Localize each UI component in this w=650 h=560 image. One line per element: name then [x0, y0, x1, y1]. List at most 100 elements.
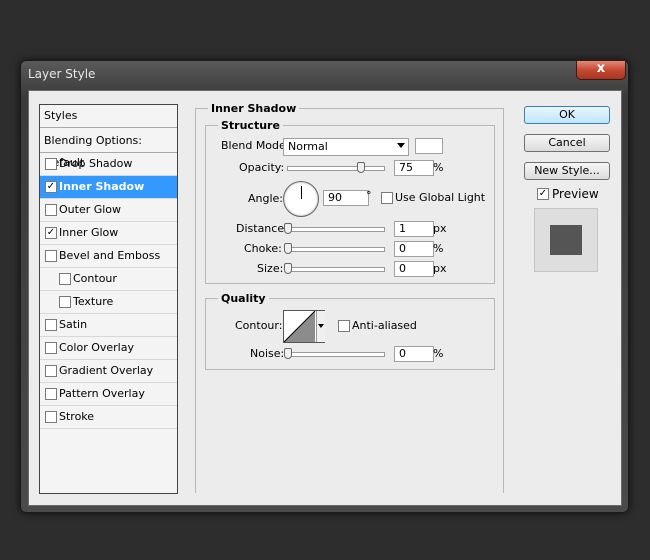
style-item-color-overlay[interactable]: Color Overlay [40, 337, 177, 360]
style-item-label: Gradient Overlay [59, 364, 154, 377]
title-bar[interactable]: Layer Style x [21, 60, 628, 89]
style-item-label: Contour [73, 272, 117, 285]
opacity-slider-thumb[interactable] [357, 162, 365, 173]
texture-checkbox[interactable] [59, 296, 71, 308]
anti-aliased-checkbox[interactable] [338, 320, 350, 332]
style-item-label: Stroke [59, 410, 95, 423]
choke-label: Choke: [244, 242, 282, 255]
contour-checkbox[interactable] [59, 273, 71, 285]
distance-label: Distance: [236, 222, 288, 235]
distance-slider[interactable] [287, 227, 385, 232]
noise-field[interactable]: 0 [394, 346, 434, 362]
preview-label: Preview [552, 187, 599, 201]
noise-slider-thumb[interactable] [284, 348, 292, 359]
style-item-label: Satin [59, 318, 88, 331]
color-overlay-checkbox[interactable] [45, 342, 57, 354]
structure-group: Structure Blend Mode: Normal Opacity: 75… [205, 119, 495, 284]
size-field[interactable]: 0 [394, 261, 434, 277]
shadow-color-swatch[interactable] [415, 138, 443, 154]
size-slider[interactable] [287, 267, 385, 272]
opacity-slider[interactable] [287, 166, 385, 171]
chevron-down-icon [318, 324, 324, 328]
styles-header[interactable]: Styles [40, 105, 177, 128]
size-unit: px [433, 262, 447, 275]
style-item-label: Outer Glow [59, 203, 122, 216]
styles-list: Styles Blending Options: Default Drop Sh… [39, 104, 178, 494]
choke-slider-thumb[interactable] [284, 243, 292, 254]
contour-dropdown[interactable] [316, 311, 325, 342]
inner-glow-checkbox[interactable]: ✓ [45, 227, 57, 239]
blend-mode-value: Normal [288, 140, 328, 153]
style-item-label: Color Overlay [59, 341, 134, 354]
style-item-label: Bevel and Emboss [59, 249, 161, 262]
choke-field[interactable]: 0 [394, 241, 434, 257]
quality-group: Quality Contour: Anti-aliased Noise: 0 % [205, 292, 495, 370]
blend-mode-select[interactable]: Normal [283, 138, 409, 156]
style-item-inner-glow[interactable]: ✓ Inner Glow [40, 222, 177, 245]
opacity-unit: % [433, 161, 444, 174]
use-global-light-label: Use Global Light [395, 191, 486, 204]
inner-shadow-panel: Inner Shadow Structure Blend Mode: Norma… [195, 102, 504, 493]
size-label: Size: [257, 262, 284, 275]
style-preview [534, 208, 598, 272]
cancel-button[interactable]: Cancel [524, 134, 610, 152]
satin-checkbox[interactable] [45, 319, 57, 331]
layer-style-dialog: Layer Style x Styles Blending Options: D… [20, 60, 629, 513]
angle-needle [301, 186, 302, 199]
style-item-label: Drop Shadow [59, 157, 133, 170]
bevel-emboss-checkbox[interactable] [45, 250, 57, 262]
style-item-texture[interactable]: Texture [40, 291, 177, 314]
style-item-pattern-overlay[interactable]: Pattern Overlay [40, 383, 177, 406]
contour-label: Contour: [235, 319, 283, 332]
close-button[interactable]: x [576, 60, 626, 80]
style-item-drop-shadow[interactable]: Drop Shadow [40, 153, 177, 176]
size-slider-thumb[interactable] [284, 263, 292, 274]
style-item-outer-glow[interactable]: Outer Glow [40, 199, 177, 222]
style-item-contour[interactable]: Contour [40, 268, 177, 291]
distance-field[interactable]: 1 [394, 221, 434, 237]
blend-mode-label: Blend Mode: [221, 139, 290, 152]
style-item-bevel-and-emboss[interactable]: Bevel and Emboss [40, 245, 177, 268]
style-item-label: Inner Shadow [59, 180, 145, 193]
stroke-checkbox[interactable] [45, 411, 57, 423]
chevron-down-icon [397, 143, 405, 148]
opacity-label: Opacity: [239, 161, 285, 174]
noise-unit: % [433, 347, 444, 360]
style-item-gradient-overlay[interactable]: Gradient Overlay [40, 360, 177, 383]
style-item-satin[interactable]: Satin [40, 314, 177, 337]
style-item-inner-shadow[interactable]: ✓ Inner Shadow [40, 176, 177, 199]
panel-title: Inner Shadow [208, 102, 300, 115]
structure-title: Structure [218, 119, 283, 132]
choke-slider[interactable] [287, 247, 385, 252]
noise-label: Noise: [250, 347, 285, 360]
pattern-overlay-checkbox[interactable] [45, 388, 57, 400]
angle-dial[interactable] [283, 181, 319, 217]
angle-field[interactable]: 90 [323, 190, 369, 206]
distance-slider-thumb[interactable] [284, 223, 292, 234]
preview-checkbox[interactable]: ✓ [537, 188, 549, 200]
contour-picker[interactable] [283, 310, 325, 343]
use-global-light-checkbox[interactable] [381, 192, 393, 204]
style-item-label: Pattern Overlay [59, 387, 145, 400]
choke-unit: % [433, 242, 444, 255]
distance-unit: px [433, 222, 447, 235]
blending-options-item[interactable]: Blending Options: Default [40, 130, 177, 169]
inner-shadow-checkbox[interactable]: ✓ [45, 181, 57, 193]
new-style-button[interactable]: New Style... [524, 162, 610, 180]
opacity-field[interactable]: 75 [394, 160, 434, 176]
gradient-overlay-checkbox[interactable] [45, 365, 57, 377]
ok-button[interactable]: OK [524, 106, 610, 124]
style-item-label: Texture [73, 295, 114, 308]
style-item-stroke[interactable]: Stroke [40, 406, 177, 429]
outer-glow-checkbox[interactable] [45, 204, 57, 216]
quality-title: Quality [218, 292, 269, 305]
preview-swatch [550, 225, 582, 255]
contour-preview-icon [284, 311, 316, 342]
noise-slider[interactable] [287, 352, 385, 357]
angle-unit: ° [366, 189, 372, 202]
style-item-label: Inner Glow [59, 226, 119, 239]
drop-shadow-checkbox[interactable] [45, 158, 57, 170]
anti-aliased-label: Anti-aliased [352, 319, 417, 332]
dialog-body: Styles Blending Options: Default Drop Sh… [28, 90, 622, 506]
window-title: Layer Style [28, 67, 96, 81]
